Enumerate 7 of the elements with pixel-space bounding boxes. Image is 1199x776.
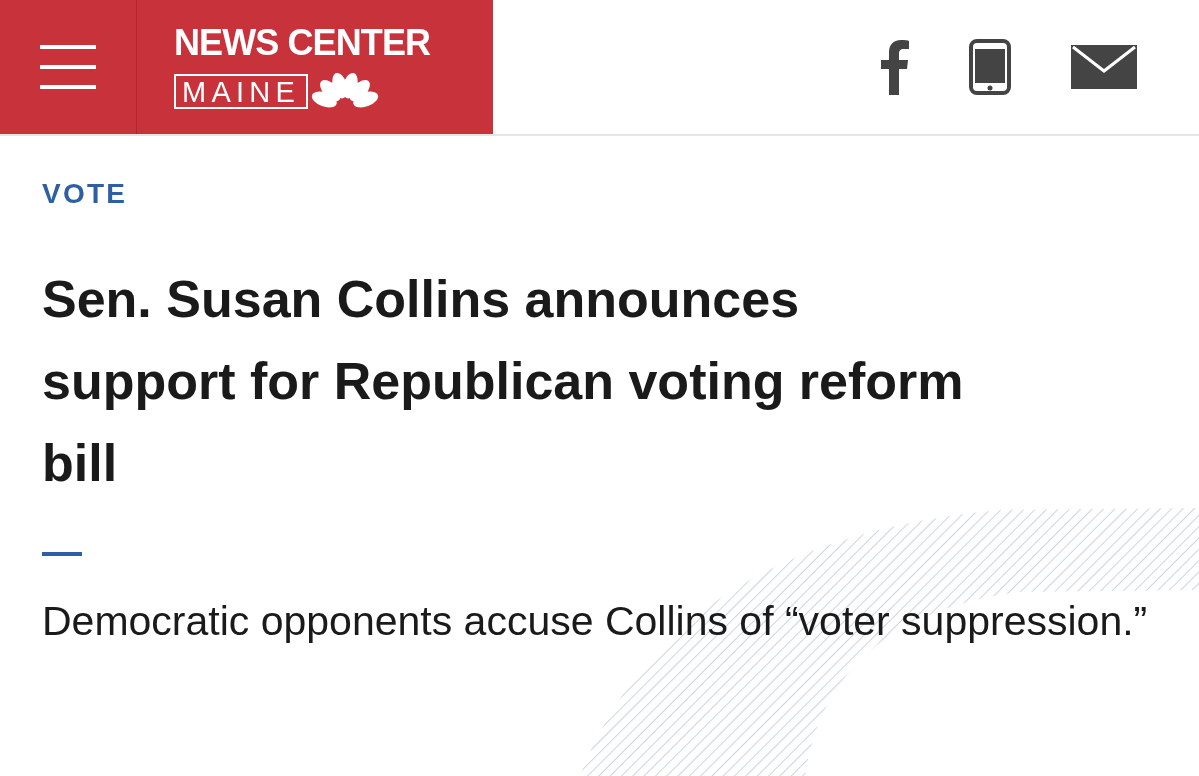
facebook-icon[interactable]	[881, 39, 909, 95]
headline: Sen. Susan Collins announces support for Republican voting reform bill	[42, 269, 965, 494]
subheadline: Democratic opponents accuse Collins of “voter suppression.”	[42, 597, 1149, 646]
phone-icon[interactable]	[969, 39, 1011, 95]
mail-icon[interactable]	[1071, 45, 1137, 89]
section-label[interactable]: VOTE	[42, 180, 1157, 208]
site-logo[interactable]: NEWS CENTER MAINE	[137, 0, 431, 134]
